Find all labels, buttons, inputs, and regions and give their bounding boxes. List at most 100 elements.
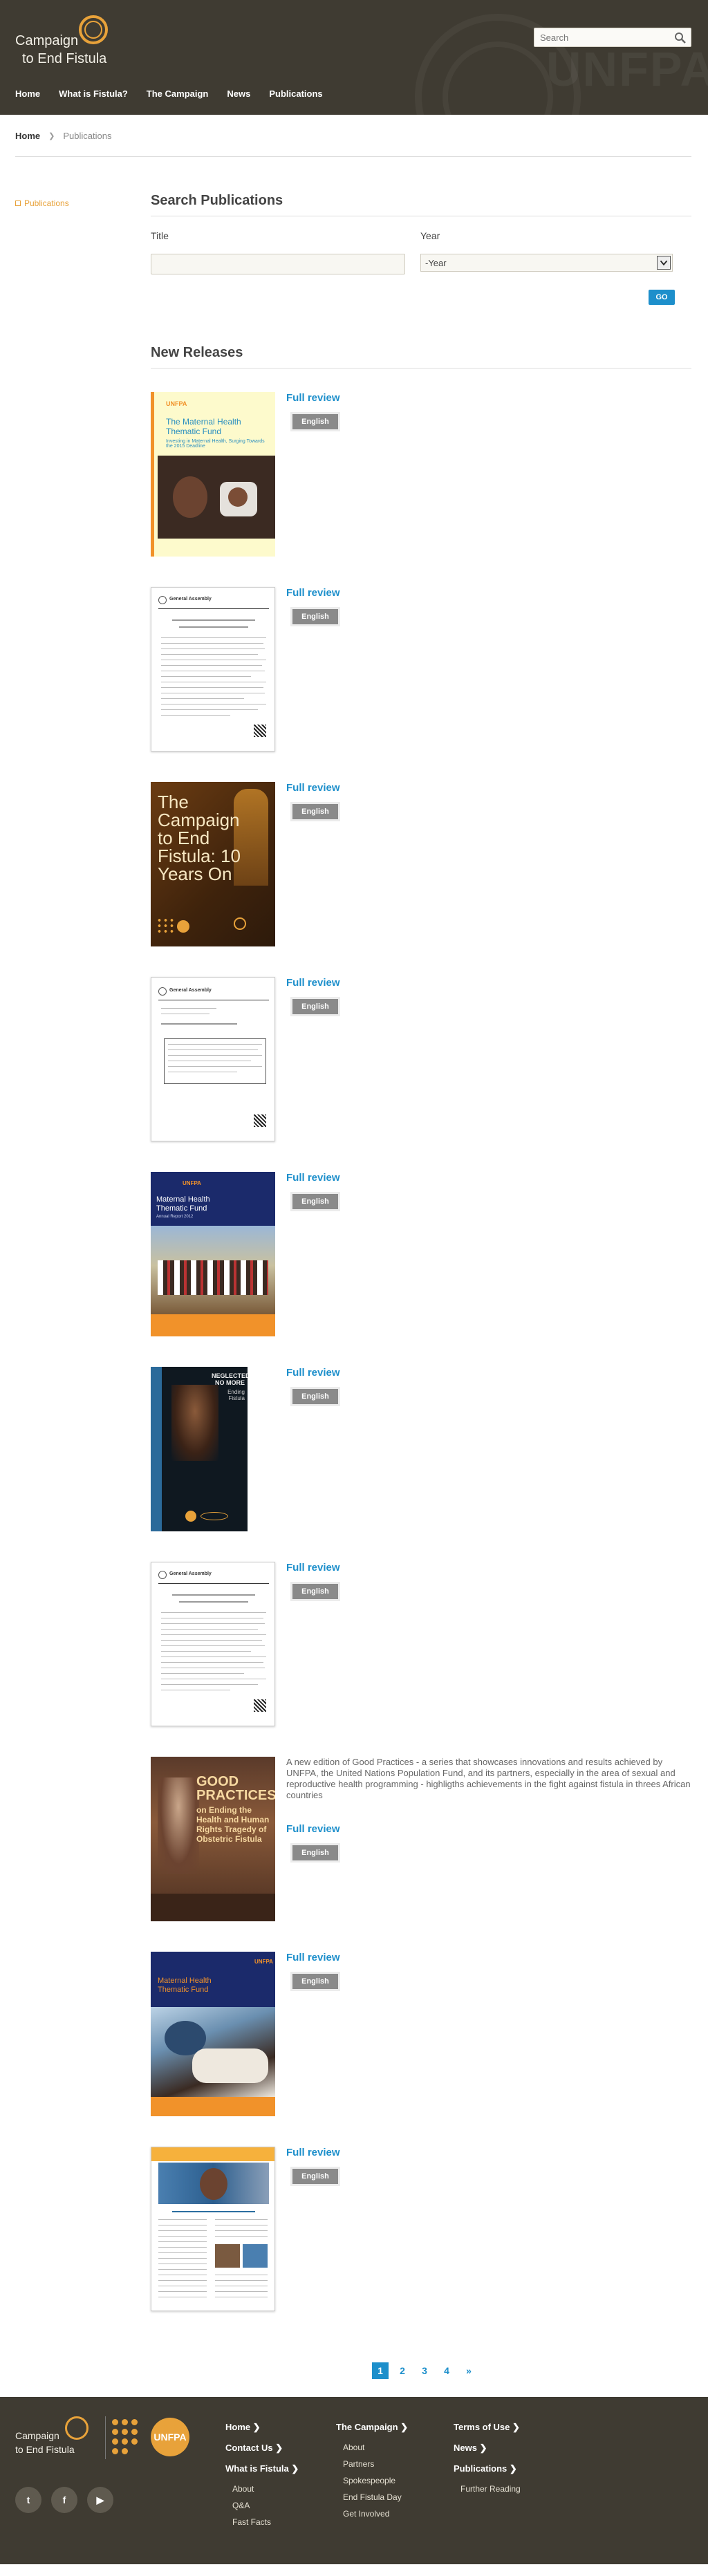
english-button[interactable]: English (292, 1194, 338, 1209)
footer-link-contact[interactable]: Contact Us ❯ (225, 2443, 299, 2454)
unfpa-mark: UNFPA (166, 400, 187, 407)
unfpa-dots-icon (112, 2419, 153, 2456)
cover-subtitle: Ending Fistula (227, 1389, 245, 1401)
full-review-link[interactable]: Full review (286, 977, 340, 989)
publication-cover[interactable]: GOOD PRACTICES on Ending the Health and … (151, 1757, 275, 1921)
footer-sublink-fast-facts[interactable]: Fast Facts (232, 2517, 299, 2527)
footer-link-the-campaign[interactable]: The Campaign ❯ (336, 2422, 408, 2433)
go-button[interactable]: GO (649, 290, 675, 305)
ga-label: General Assembly (169, 988, 212, 993)
search-input[interactable] (534, 28, 666, 46)
nav-home[interactable]: Home (15, 88, 40, 99)
footer-sublink-partners[interactable]: Partners (343, 2459, 408, 2469)
page-4-button[interactable]: 4 (438, 2362, 455, 2379)
publication-cover[interactable]: The Campaign to End Fistula: 10 Years On (151, 782, 275, 946)
footer-sublink-spokespeople[interactable]: Spokespeople (343, 2476, 408, 2485)
english-button[interactable]: English (292, 1974, 338, 1989)
youtube-icon[interactable]: ▶ (87, 2487, 113, 2513)
twitter-icon[interactable]: t (15, 2487, 41, 2513)
logo-text-line1: Campaign (15, 33, 79, 48)
english-button[interactable]: English (292, 2169, 338, 2184)
search-icon[interactable] (674, 32, 687, 44)
full-review-link[interactable]: Full review (286, 1952, 340, 1963)
english-button[interactable]: English (292, 804, 338, 819)
full-review-link[interactable]: Full review (286, 2147, 340, 2158)
nav-publications[interactable]: Publications (269, 88, 322, 99)
unfpa-mark: UNFPA (183, 1180, 201, 1186)
english-button[interactable]: English (292, 999, 338, 1014)
english-button[interactable]: English (292, 1845, 338, 1860)
section-title-search: Search Publications (151, 193, 283, 208)
next-page-icon[interactable]: » (460, 2362, 477, 2379)
publication-item: UNFPA Maternal Health Thematic Fund Full… (151, 1952, 691, 2118)
footer-sublink-end-fistula-day[interactable]: End Fistula Day (343, 2492, 408, 2502)
title-field[interactable] (151, 254, 405, 274)
publication-item: The Campaign to End Fistula: 10 Years On… (151, 782, 691, 948)
search-box (534, 28, 691, 47)
cover-title: The Maternal Health Thematic Fund (166, 417, 241, 436)
footer-sublink-qa[interactable]: Q&A (232, 2501, 299, 2510)
footer-col-2: The Campaign ❯ About Partners Spokespeop… (336, 2422, 408, 2526)
year-label: Year (420, 230, 440, 241)
full-review-link[interactable]: Full review (286, 782, 340, 794)
full-review-link[interactable]: Full review (286, 1562, 340, 1574)
nav-the-campaign[interactable]: The Campaign (147, 88, 209, 99)
sidebar-item-label: Publications (24, 198, 69, 208)
footer-logo-line2: to End Fistula (15, 2444, 75, 2455)
chevron-right-icon: ❯ (48, 131, 55, 140)
footer-link-news[interactable]: News ❯ (454, 2443, 521, 2454)
publication-cover[interactable]: General Assembly (151, 1562, 275, 1726)
full-review-link[interactable]: Full review (286, 1172, 340, 1184)
full-review-link[interactable]: Full review (286, 1823, 340, 1835)
search-publications-section: Search Publications Title Year -Year GO (151, 193, 691, 323)
nav-news[interactable]: News (227, 88, 250, 99)
footer-link-terms[interactable]: Terms of Use ❯ (454, 2422, 521, 2433)
publication-cover[interactable]: General Assembly (151, 587, 275, 752)
chevron-down-icon (657, 256, 671, 270)
english-button[interactable]: English (292, 1584, 338, 1599)
publication-item: General Assembly Full review English (151, 1562, 691, 1728)
ga-label: General Assembly (169, 1571, 212, 1576)
publication-cover[interactable] (151, 2147, 275, 2311)
footer-link-publications[interactable]: Publications ❯ (454, 2463, 521, 2474)
footer-sublink-get-involved[interactable]: Get Involved (343, 2509, 408, 2519)
publication-item: UNFPA Maternal Health Thematic Fund Annu… (151, 1172, 691, 1338)
full-review-link[interactable]: Full review (286, 587, 340, 599)
title-label: Title (151, 230, 169, 241)
publication-item: GOOD PRACTICES on Ending the Health and … (151, 1757, 691, 1923)
footer-sublink-about[interactable]: About (343, 2443, 408, 2452)
social-links: t f ▶ (15, 2487, 113, 2513)
breadcrumb-home[interactable]: Home (15, 131, 40, 141)
publication-description: A new edition of Good Practices - a seri… (286, 1757, 691, 1800)
publication-cover[interactable]: UNFPA Maternal Health Thematic Fund Annu… (151, 1172, 275, 1336)
footer-link-what-is-fistula[interactable]: What is Fistula ❯ (225, 2463, 299, 2474)
page-3-button[interactable]: 3 (416, 2362, 433, 2379)
footer-logo-divider (105, 2416, 106, 2459)
cover-subtitle: on Ending the Health and Human Rights Tr… (196, 1805, 270, 1844)
publication-cover[interactable]: General Assembly (151, 977, 275, 1141)
full-review-link[interactable]: Full review (286, 1367, 340, 1379)
new-releases-header: New Releases (151, 345, 691, 368)
logo-text-line2: to End Fistula (22, 51, 107, 66)
footer-sublink-about[interactable]: About (232, 2484, 299, 2494)
english-button[interactable]: English (292, 1389, 338, 1404)
page-2-button[interactable]: 2 (394, 2362, 411, 2379)
publication-cover[interactable]: NEGLECTED NO MORE Ending Fistula (151, 1367, 248, 1531)
english-button[interactable]: English (292, 609, 338, 624)
publication-cover[interactable]: UNFPA Maternal Health Thematic Fund (151, 1952, 275, 2116)
nav-what-is-fistula[interactable]: What is Fistula? (59, 88, 128, 99)
footer-link-home[interactable]: Home ❯ (225, 2422, 299, 2433)
page-1-button[interactable]: 1 (372, 2362, 389, 2379)
publication-cover[interactable]: UNFPA The Maternal Health Thematic Fund … (151, 392, 275, 557)
facebook-icon[interactable]: f (51, 2487, 77, 2513)
year-select[interactable]: -Year (420, 254, 673, 272)
pagination: 1 2 3 4 » (372, 2362, 477, 2379)
site-logo[interactable]: Campaign to End Fistula (15, 15, 126, 71)
square-bullet-icon (15, 200, 21, 206)
full-review-link[interactable]: Full review (286, 392, 340, 404)
footer-logo[interactable]: Campaign to End Fistula UNFPA (15, 2416, 195, 2459)
sidebar-item-publications[interactable]: Publications (15, 198, 69, 208)
footer-sublink-further-reading[interactable]: Further Reading (460, 2484, 521, 2494)
unfpa-mark: UNFPA (254, 1959, 273, 1965)
english-button[interactable]: English (292, 414, 338, 429)
